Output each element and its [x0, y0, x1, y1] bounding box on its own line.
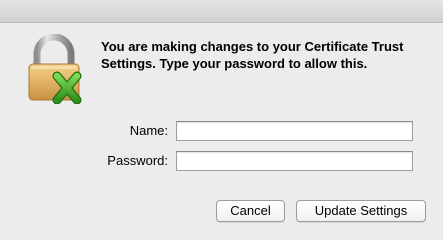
lock-icon [28, 34, 82, 104]
password-field[interactable] [176, 151, 413, 171]
update-settings-button[interactable]: Update Settings [296, 200, 426, 222]
password-label: Password: [107, 153, 168, 168]
name-field[interactable] [176, 121, 413, 141]
dialog-message: You are making changes to your Certifica… [101, 39, 404, 71]
authentication-dialog: You are making changes to your Certifica… [0, 0, 443, 240]
cancel-button[interactable]: Cancel [216, 200, 285, 222]
title-bar [0, 0, 443, 23]
name-label: Name: [129, 123, 168, 138]
